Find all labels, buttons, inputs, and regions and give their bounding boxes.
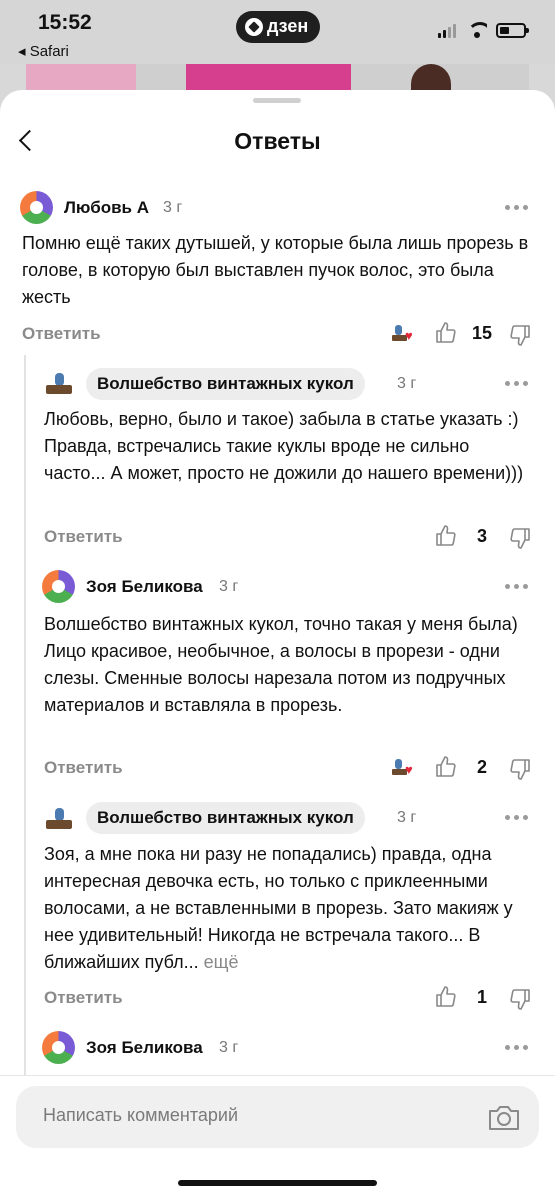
- comment-text-body: Зоя, а мне пока ни разу не попадались) п…: [44, 844, 513, 972]
- status-bar: 15:52 ◂ Safari дзен: [0, 0, 555, 64]
- comment-author[interactable]: Зоя Беликова: [86, 577, 203, 597]
- likes-count: 3: [476, 526, 487, 546]
- reply-button[interactable]: Ответить: [44, 758, 123, 778]
- comment-text: Волшебство винтажных кукол, точно такая …: [44, 614, 518, 715]
- sheet-grabber[interactable]: [253, 98, 301, 103]
- comment-text: Зоя, а мне пока ни разу не попадались) п…: [44, 841, 534, 976]
- thumbs-down-icon[interactable]: [508, 757, 532, 781]
- comment-input-placeholder: Написать комментарий: [43, 1105, 239, 1125]
- wifi-icon: [467, 22, 487, 38]
- avatar[interactable]: [42, 802, 75, 835]
- comment-age: 3 г: [219, 578, 239, 595]
- comment-author[interactable]: Волшебство винтажных кукол: [86, 368, 365, 400]
- thumbs-up-icon[interactable]: [434, 755, 458, 779]
- thumbs-up-icon[interactable]: [434, 985, 458, 1009]
- comment-input[interactable]: Написать комментарий: [16, 1086, 539, 1148]
- back-to-safari-link[interactable]: ◂ Safari: [18, 42, 69, 60]
- avatar[interactable]: [42, 1031, 75, 1064]
- reply-button[interactable]: Ответить: [44, 988, 123, 1008]
- reply-button[interactable]: Ответить: [44, 527, 123, 547]
- page-title: Ответы: [234, 128, 321, 154]
- likes-count: 2: [476, 757, 487, 777]
- dzen-app-badge: дзен: [236, 11, 320, 43]
- thumbs-down-icon[interactable]: [508, 526, 532, 550]
- status-time: 15:52: [38, 11, 92, 34]
- more-options-icon[interactable]: [505, 203, 531, 211]
- comment-text: Помню ещё таких дутышей, у которые была …: [22, 233, 529, 307]
- reaction-icon[interactable]: ♥: [392, 323, 418, 343]
- more-options-icon[interactable]: [505, 582, 531, 590]
- comment-age: 3 г: [397, 809, 417, 826]
- cellular-signal-icon: [438, 24, 458, 38]
- dzen-star-icon: [245, 18, 263, 36]
- battery-icon: [496, 23, 529, 38]
- comment-age: 3 г: [219, 1039, 239, 1056]
- comment-age: 3 г: [397, 375, 417, 392]
- thread-line: [24, 355, 26, 1075]
- more-options-icon[interactable]: [505, 1043, 531, 1051]
- more-options-icon[interactable]: [505, 813, 531, 821]
- thumbs-down-icon[interactable]: [508, 323, 532, 347]
- comment-age: 3 г: [163, 199, 183, 216]
- comment-text: Любовь, верно, было и такое) забыла в ст…: [44, 409, 524, 483]
- avatar[interactable]: [20, 191, 53, 224]
- home-indicator: [178, 1180, 377, 1186]
- comment-author[interactable]: Волшебство винтажных кукол: [86, 802, 365, 834]
- read-more-link[interactable]: ещё: [204, 952, 239, 972]
- comment-author[interactable]: Зоя Беликова: [86, 1038, 203, 1058]
- replies-sheet: Ответы Любовь А 3 г Помню ещё таких дуты…: [0, 90, 555, 1200]
- reply-button[interactable]: Ответить: [22, 324, 101, 344]
- thumbs-up-icon[interactable]: [434, 321, 458, 345]
- avatar[interactable]: [42, 367, 75, 400]
- thumbs-down-icon[interactable]: [508, 987, 532, 1011]
- likes-count: 1: [476, 987, 487, 1007]
- avatar[interactable]: [42, 570, 75, 603]
- comment-author[interactable]: Любовь А: [64, 198, 149, 218]
- camera-icon[interactable]: [486, 1103, 522, 1133]
- more-options-icon[interactable]: [505, 379, 531, 387]
- thumbs-up-icon[interactable]: [434, 524, 458, 548]
- dzen-badge-label: дзен: [267, 16, 309, 36]
- reaction-icon[interactable]: ♥: [392, 757, 418, 777]
- likes-count: 15: [471, 323, 493, 343]
